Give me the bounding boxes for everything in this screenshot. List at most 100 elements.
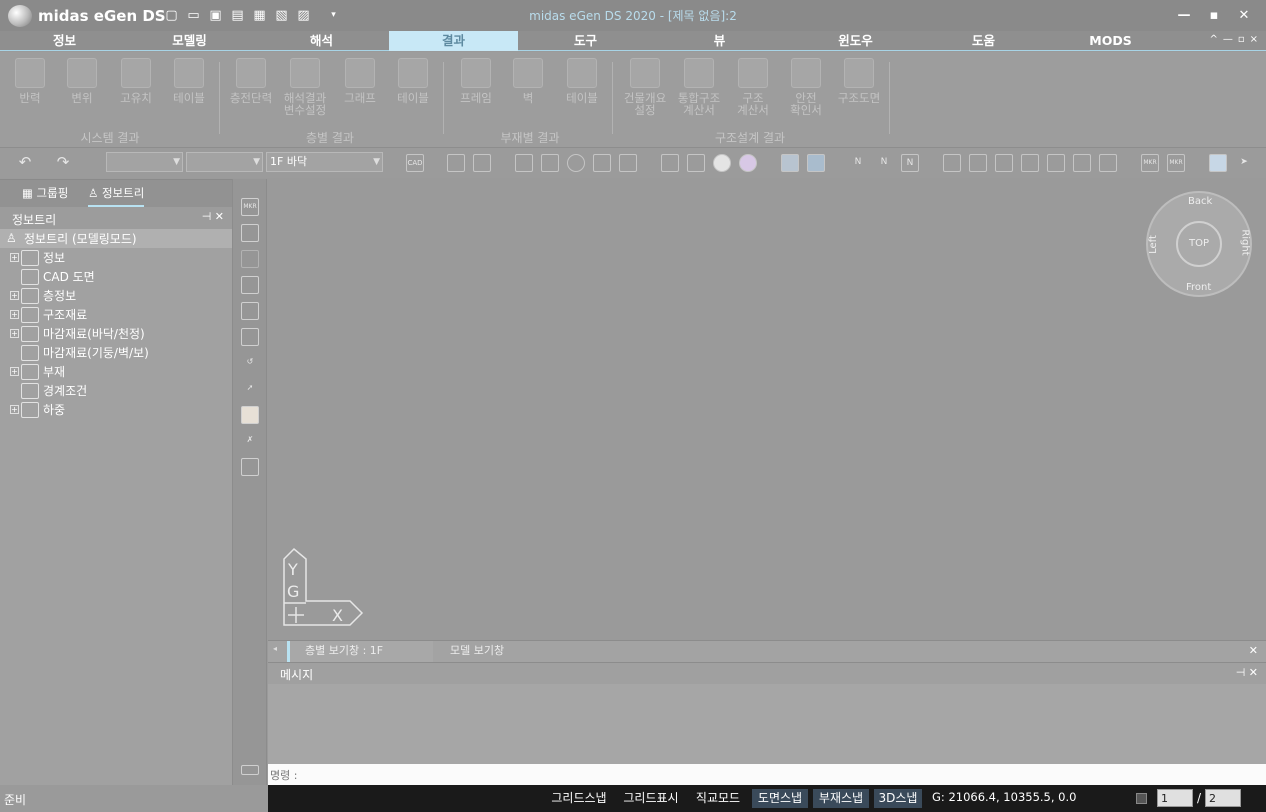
story-table-button[interactable]: 테이블 [385, 58, 441, 104]
frame-view-icon[interactable] [661, 154, 679, 172]
building-overview-button[interactable]: 건물개요 설정 [617, 58, 673, 116]
expand-icon[interactable]: + [10, 310, 19, 319]
node-grid-icon[interactable]: N [901, 154, 919, 172]
tab-view[interactable]: 뷰 [655, 31, 784, 51]
unlock-icon[interactable] [241, 224, 259, 242]
shading-icon[interactable] [713, 154, 731, 172]
nav-front-label[interactable]: Front [1186, 282, 1211, 293]
floor-select[interactable]: 1F 바닥 ▼ [266, 152, 383, 172]
safety-check-button[interactable]: 안전 확인서 [778, 58, 834, 116]
tree-item-info[interactable]: + 정보 [10, 248, 65, 267]
node-link-icon[interactable]: N [875, 154, 893, 172]
graph-button[interactable]: 그래프 [332, 58, 388, 104]
image-icon[interactable] [241, 328, 259, 346]
tab-info[interactable]: 정보 [0, 31, 129, 51]
node-number-icon[interactable]: N [849, 154, 867, 172]
cad-icon[interactable]: CAD [406, 154, 424, 172]
tab-scroll-left-icon[interactable]: ◂ [273, 644, 277, 653]
ribbon-restore-icon[interactable]: ▫ [1238, 34, 1245, 45]
structural-calc-button[interactable]: 구조 계산서 [725, 58, 781, 116]
select-pointer-icon[interactable]: ➚ [241, 380, 259, 398]
mkr-icon[interactable]: ▨ [294, 6, 313, 25]
select-polygon-icon[interactable] [619, 154, 637, 172]
print-preview-icon[interactable]: ▧ [272, 6, 291, 25]
panel-pin-close-icon[interactable]: ⊣ ✕ [202, 210, 224, 223]
undo-icon[interactable]: ↶ [16, 154, 34, 172]
pointer-icon[interactable]: ➤ [1235, 154, 1253, 172]
tree-item-boundary[interactable]: 경계조건 [10, 381, 87, 400]
nav-right-label[interactable]: Right [1240, 229, 1251, 255]
mkr-table-icon[interactable]: MKR [1167, 154, 1185, 172]
expand-icon[interactable]: + [10, 253, 19, 262]
tab-story-view[interactable]: 층별 보기창 : 1F [287, 641, 433, 662]
iso-view-3-icon[interactable] [995, 154, 1013, 172]
tab-help[interactable]: 도움 [919, 31, 1048, 51]
tree-item-finish-floor[interactable]: + 마감재료(바닥/천정) [10, 324, 145, 343]
message-area[interactable] [268, 684, 1266, 764]
select-element-icon[interactable] [541, 154, 559, 172]
iso-view-4-icon[interactable] [1021, 154, 1039, 172]
document-icon[interactable] [241, 276, 259, 294]
tab-analysis[interactable]: 해석 [257, 31, 386, 51]
tab-mods[interactable]: MODS [1046, 31, 1175, 51]
close-button[interactable]: ✕ [1234, 6, 1254, 26]
new-file-icon[interactable]: ▢ [162, 6, 181, 25]
select-node-icon[interactable] [515, 154, 533, 172]
nav-left-label[interactable]: Left [1148, 235, 1159, 254]
structural-drawing-button[interactable]: 구조도면 [831, 58, 887, 104]
grid-display-toggle[interactable]: 그리드표시 [618, 789, 684, 808]
section-view-icon[interactable] [807, 154, 825, 172]
tab-window[interactable]: 윈도우 [791, 31, 920, 51]
ribbon-minimize-icon[interactable]: — [1223, 34, 1233, 45]
save-as-icon[interactable]: ▤ [228, 6, 247, 25]
collapse-icon[interactable] [241, 765, 259, 775]
iso-view-6-icon[interactable] [1073, 154, 1091, 172]
page-checkbox[interactable] [1136, 792, 1147, 804]
system-table-button[interactable]: 테이블 [161, 58, 217, 104]
expand-icon[interactable]: + [10, 405, 19, 414]
view-tab-close-icon[interactable]: ✕ [1249, 644, 1258, 657]
iso-view-2-icon[interactable] [969, 154, 987, 172]
color-icon[interactable] [739, 154, 757, 172]
nav-back-label[interactable]: Back [1188, 196, 1212, 207]
group-combo[interactable]: ▼ [186, 152, 263, 172]
integrated-calc-button[interactable]: 통합구조 계산서 [671, 58, 727, 116]
tab-info-tree[interactable]: ♙ 정보트리 [88, 185, 145, 208]
page-total-input[interactable]: 2 [1205, 789, 1242, 807]
model-view-icon[interactable] [1209, 154, 1227, 172]
tree-item-story[interactable]: + 층정보 [10, 286, 76, 305]
message-pin-close-icon[interactable]: ⊣ ✕ [1236, 666, 1258, 679]
zoom-fit-icon[interactable] [687, 154, 705, 172]
refresh-icon[interactable] [567, 154, 585, 172]
page-current-input[interactable]: 1 [1157, 789, 1193, 807]
app-logo[interactable]: midas eGen DS [8, 5, 166, 27]
collapse-ribbon-icon[interactable]: ^ [1209, 34, 1217, 45]
plan-view-icon[interactable] [781, 154, 799, 172]
member-table-button[interactable]: 테이블 [554, 58, 610, 104]
select-window-icon[interactable] [593, 154, 611, 172]
expand-icon[interactable]: + [10, 367, 19, 376]
tree-item-finish-wall[interactable]: 마감재료(기둥/벽/보) [10, 343, 149, 362]
open-folder-icon[interactable]: ▭ [184, 6, 203, 25]
settings-window-icon[interactable] [241, 302, 259, 320]
expand-icon[interactable]: + [10, 329, 19, 338]
lock-icon[interactable] [241, 250, 259, 268]
mkr-icon[interactable]: MKR [241, 198, 259, 216]
print-icon[interactable]: ▦ [250, 6, 269, 25]
grid-snap-toggle[interactable]: 그리드스냅 [546, 789, 612, 808]
layer-combo[interactable]: ▼ [106, 152, 183, 172]
model-viewport[interactable]: TOP Back Front Left Right Y G X [268, 179, 1266, 640]
iso-view-7-icon[interactable] [1099, 154, 1117, 172]
tab-model-view[interactable]: 모델 보기창 [435, 641, 575, 662]
member-snap-toggle[interactable]: 부재스냅 [813, 789, 869, 808]
tab-results[interactable]: 결과 [389, 31, 518, 51]
mkr-icon[interactable]: MKR [1141, 154, 1159, 172]
ribbon-close-icon[interactable]: × [1250, 34, 1258, 45]
iso-view-5-icon[interactable] [1047, 154, 1065, 172]
story-shear-button[interactable]: 층전단력 [223, 58, 279, 104]
tree-item-material[interactable]: + 구조재료 [10, 305, 87, 324]
window-select-icon[interactable] [241, 458, 259, 476]
tree-root[interactable]: ♙ 정보트리 (모델링모드) [0, 229, 232, 248]
brush-icon[interactable] [241, 406, 259, 424]
navigation-cube[interactable]: TOP Back Front Left Right [1146, 191, 1252, 297]
